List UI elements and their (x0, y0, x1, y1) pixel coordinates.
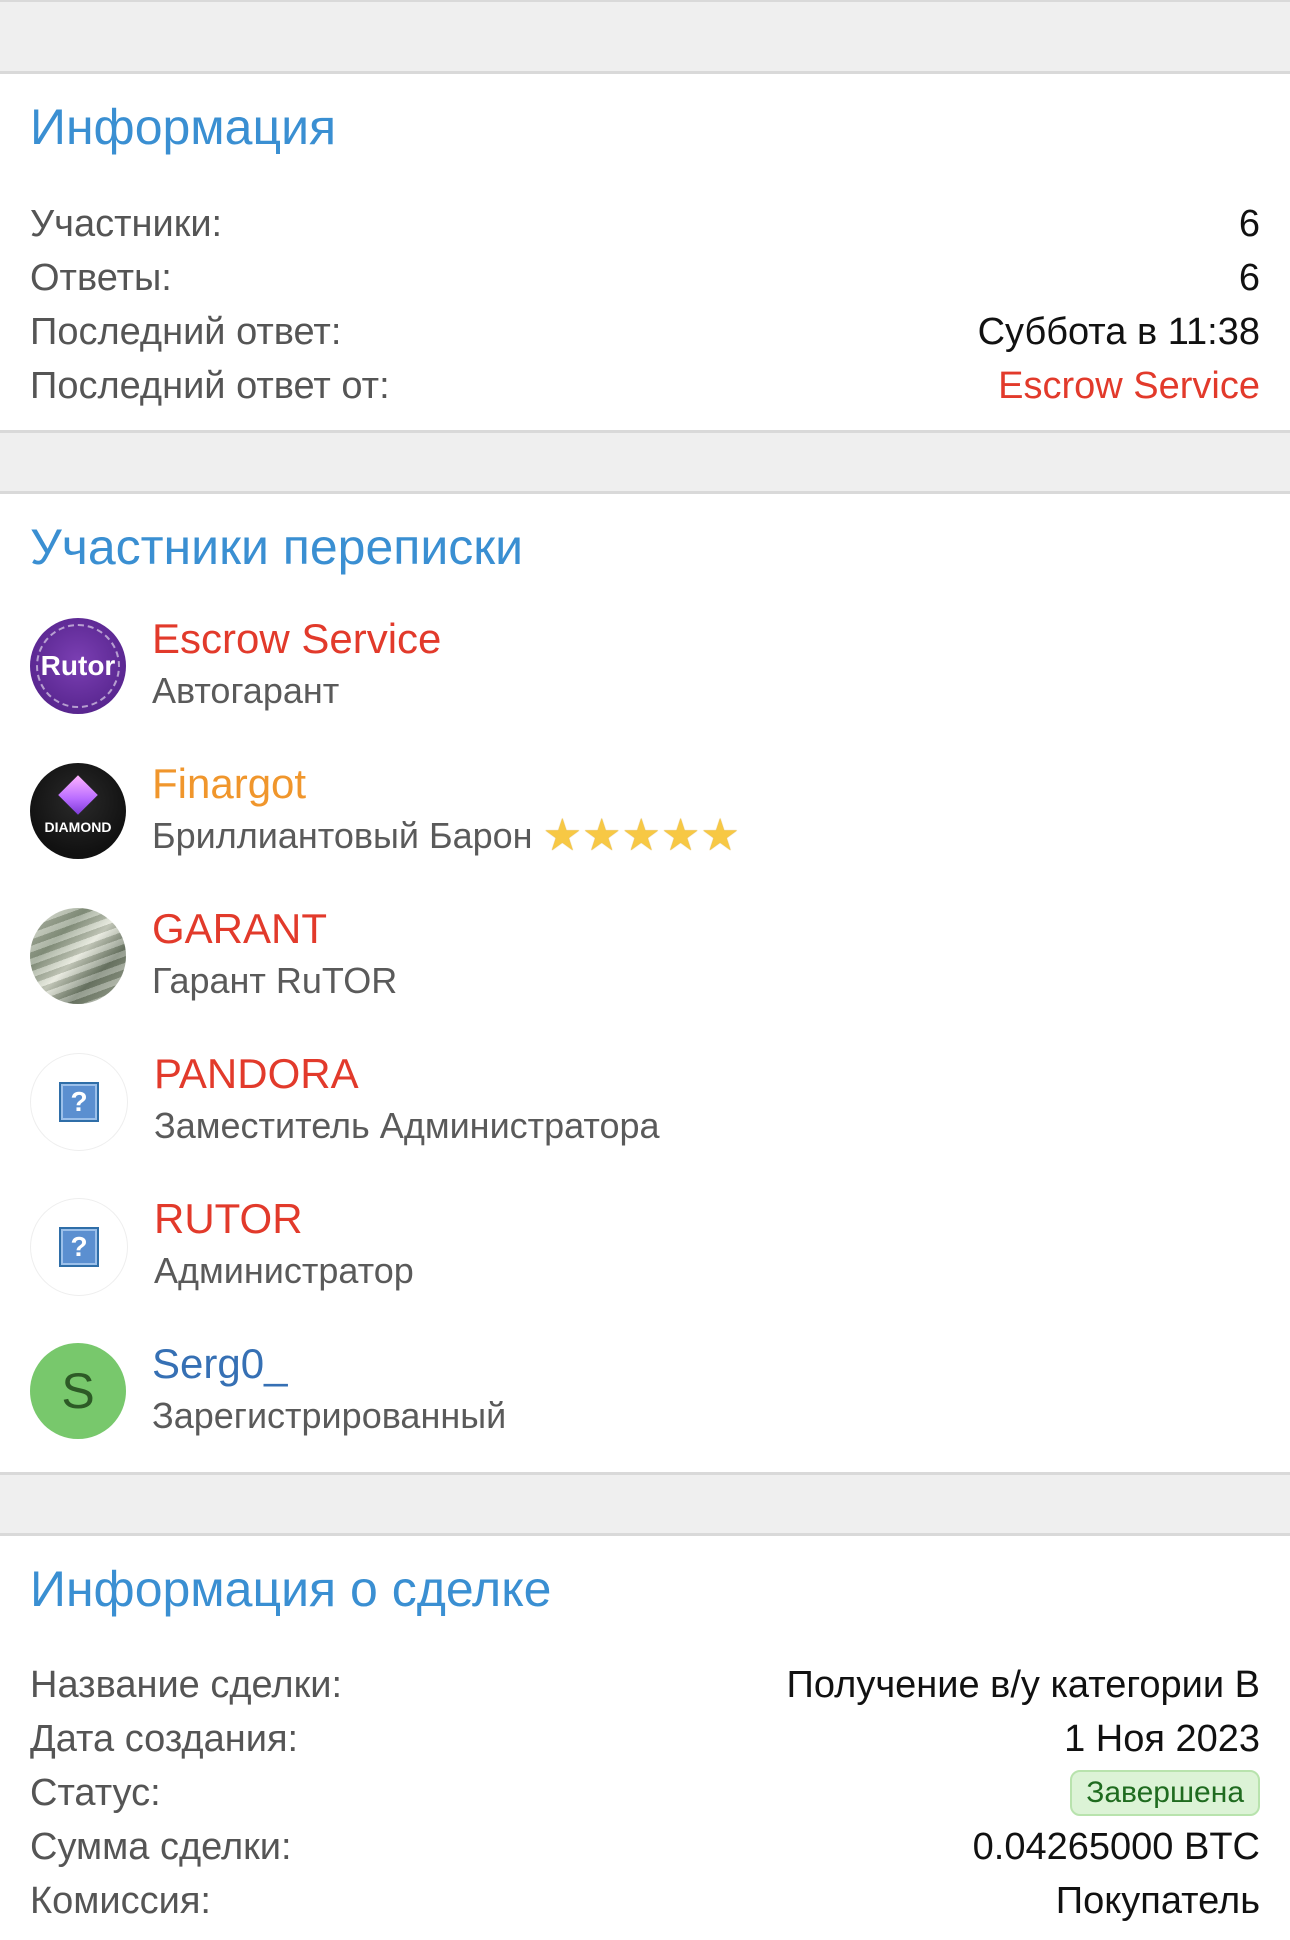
participants-section: Участники переписки Rutor Escrow Service… (0, 494, 1290, 1472)
info-label: Ответы: (30, 256, 172, 299)
role-text: Автогарант (152, 670, 340, 711)
participant-name-link[interactable]: PANDORA (154, 1047, 660, 1101)
info-row-participants: Участники: 6 (30, 197, 1260, 251)
rank-stars: ★★★★★ (542, 811, 740, 860)
participant-role: Автогарант (152, 666, 441, 716)
participant-name-link[interactable]: RUTOR (154, 1192, 414, 1246)
deal-row-created: Дата создания: 1 Ноя 2023 (30, 1712, 1260, 1766)
participant-name-link[interactable]: GARANT (152, 902, 397, 956)
info-row-last-reply: Последний ответ: Суббота в 11:38 (30, 305, 1260, 359)
deal-value: 0.04265000 BTC (972, 1825, 1260, 1868)
role-text: Заместитель Администратора (154, 1105, 660, 1146)
avatar[interactable]: S (30, 1343, 126, 1439)
info-row-last-reply-from: Последний ответ от: Escrow Service (30, 359, 1260, 413)
deal-label: Название сделки: (30, 1663, 342, 1706)
deal-value: 1 Ноя 2023 (1064, 1717, 1260, 1760)
participant-name-link[interactable]: Escrow Service (152, 612, 441, 666)
deal-label: Комиссия: (30, 1879, 211, 1922)
participant-role: Гарант RuTOR (152, 956, 397, 1006)
deal-value: Покупатель (1055, 1879, 1260, 1922)
participant-item[interactable]: Rutor Escrow Service Автогарант (30, 612, 1260, 757)
participant-item[interactable]: GARANT Гарант RuTOR (30, 902, 1260, 1047)
role-text: Гарант RuTOR (152, 960, 398, 1001)
info-title: Информация (30, 99, 337, 155)
participant-name-link[interactable]: Serg0_ (152, 1337, 506, 1391)
avatar[interactable]: Rutor (30, 618, 126, 714)
participant-name-link[interactable]: Finargot (152, 757, 738, 811)
deal-row-status: Статус: Завершена (30, 1766, 1260, 1820)
role-text: Зарегистрированный (152, 1395, 507, 1436)
deal-label: Сумма сделки: (30, 1825, 292, 1868)
deal-value: Получение в/у категории B (786, 1663, 1260, 1706)
deal-label: Дата создания: (30, 1717, 299, 1760)
unknown-avatar-icon: ? (59, 1227, 99, 1267)
deal-row-fee: Комиссия: Покупатель (30, 1874, 1260, 1928)
participant-role: Заместитель Администратора (154, 1101, 660, 1151)
participant-role: Администратор (154, 1246, 414, 1296)
avatar-ring (36, 624, 120, 708)
participant-item[interactable]: ? RUTOR Администратор (30, 1192, 1260, 1337)
avatar[interactable]: DIAMOND (30, 763, 126, 859)
deal-row-name: Название сделки: Получение в/у категории… (30, 1658, 1260, 1712)
last-reply-user-link[interactable]: Escrow Service (998, 365, 1260, 408)
info-section: Информация Участники: 6 Ответы: 6 Послед… (0, 74, 1290, 430)
participant-item[interactable]: DIAMOND Finargot Бриллиантовый Барон ★★★… (30, 757, 1260, 902)
info-value: 6 (1238, 202, 1260, 245)
participant-role: Зарегистрированный (152, 1391, 506, 1441)
avatar[interactable]: ? (30, 1198, 128, 1296)
avatar[interactable] (30, 908, 126, 1004)
participant-role: Бриллиантовый Барон ★★★★★ (152, 811, 740, 861)
deal-row-amount: Сумма сделки: 0.04265000 BTC (30, 1820, 1260, 1874)
info-value: 6 (1238, 256, 1260, 299)
info-label: Участники: (30, 202, 223, 245)
role-text: Администратор (154, 1250, 414, 1291)
info-row-replies: Ответы: 6 (30, 251, 1260, 305)
avatar[interactable]: ? (30, 1053, 128, 1151)
role-text: Бриллиантовый Барон (152, 815, 533, 856)
participant-item[interactable]: S Serg0_ Зарегистрированный (30, 1337, 1260, 1482)
deal-title: Информация о сделке (30, 1561, 552, 1617)
deal-label: Статус: (30, 1771, 161, 1814)
status-badge: Завершена (1070, 1770, 1260, 1816)
section-divider (0, 1472, 1290, 1536)
unknown-avatar-icon: ? (59, 1082, 99, 1122)
diamond-icon (58, 775, 98, 815)
deal-section: Информация о сделке Название сделки: Пол… (0, 1536, 1290, 1940)
participants-title: Участники переписки (30, 519, 524, 575)
section-divider (0, 430, 1290, 494)
info-value: Суббота в 11:38 (977, 310, 1260, 353)
star-icon: ★★★★★ (542, 811, 740, 860)
info-label: Последний ответ от: (30, 364, 390, 407)
section-divider (0, 0, 1290, 74)
info-label: Последний ответ: (30, 310, 342, 353)
participant-item[interactable]: ? PANDORA Заместитель Администратора (30, 1047, 1260, 1192)
avatar-logo-text: DIAMOND (44, 819, 112, 835)
